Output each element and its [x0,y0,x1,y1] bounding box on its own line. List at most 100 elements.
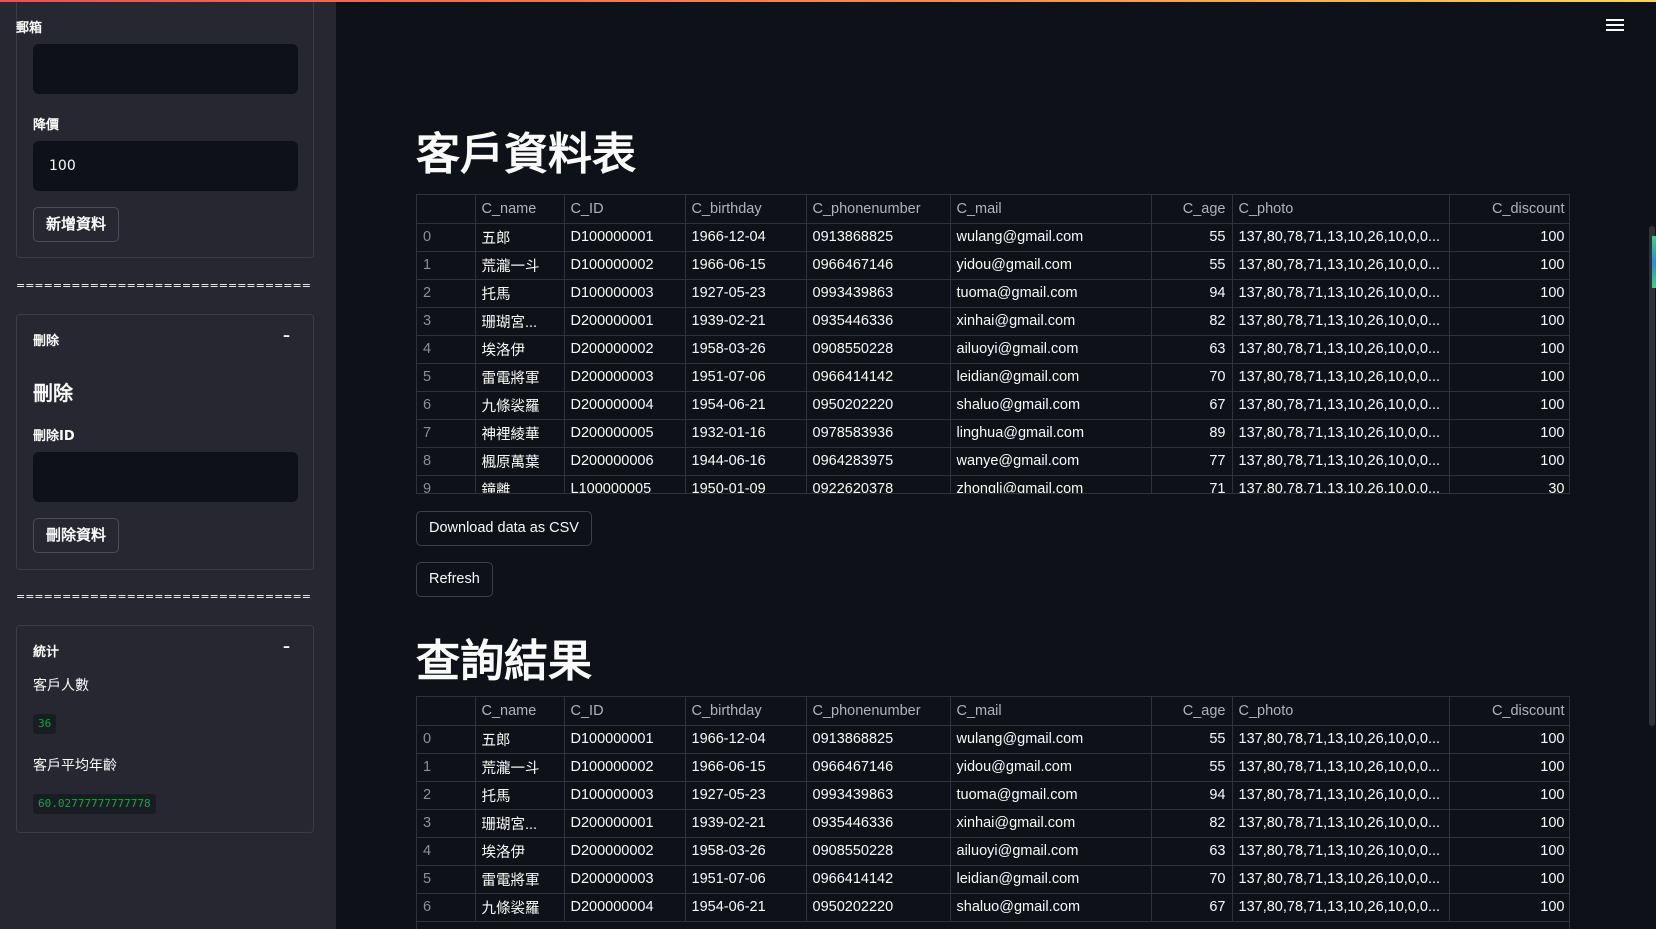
table-row[interactable]: 0 五郎 D100000001 1966-12-04 0913868825 wulang@… [417,223,1569,252]
table-cell[interactable]: 雷電將軍 [475,865,565,894]
table-cell[interactable]: shaluo@gmail.com [950,391,1152,420]
table-cell[interactable]: 100 [1449,837,1569,866]
query-result-grid[interactable]: C_name C_ID C_birthday C_phonenumber C_mail C… [416,696,1570,929]
table-cell[interactable]: 100 [1449,753,1569,782]
table-cell[interactable]: 1939-02-21 [685,307,807,336]
column-header[interactable]: C_age [1151,195,1233,224]
column-header[interactable]: C_birthday [685,697,807,726]
table-cell[interactable]: 89 [1151,419,1233,448]
row-index[interactable]: 4 [417,335,476,364]
table-cell[interactable]: 0913868825 [806,223,951,252]
table-cell[interactable]: 1958-03-26 [685,335,807,364]
table-cell[interactable]: 137,80,78,71,13,10,26,10,0,0... [1232,837,1450,866]
table-cell[interactable]: 100 [1449,893,1569,922]
table-cell[interactable]: 雷電將軍 [475,363,565,392]
table-cell[interactable]: 100 [1449,279,1569,308]
discount-input[interactable]: 100 [33,141,298,191]
table-row[interactable]: 2 托馬 D100000003 1927-05-23 0993439863 tuoma@g… [417,279,1569,308]
table-cell[interactable]: 1927-05-23 [685,781,807,810]
table-cell[interactable]: 137,80,78,71,13,10,26,10,0,0... [1232,865,1450,894]
table-cell[interactable]: 1954-06-21 [685,893,807,922]
row-index[interactable]: 4 [417,837,476,866]
table-cell[interactable]: 埃洛伊 [475,335,565,364]
table-cell[interactable]: 100 [1449,335,1569,364]
table-cell[interactable]: 0966467146 [806,753,951,782]
row-index[interactable]: 5 [417,363,476,392]
row-index[interactable]: 0 [417,725,476,754]
table-cell[interactable]: D100000001 [564,725,686,754]
row-index[interactable]: 3 [417,809,476,838]
column-header[interactable]: C_ID [564,697,686,726]
table-cell[interactable]: 1939-02-21 [685,809,807,838]
table-cell[interactable]: 100 [1449,363,1569,392]
table-cell[interactable]: wanye@gmail.com [950,447,1152,476]
row-index[interactable]: 6 [417,391,476,420]
table-cell[interactable]: 荒瀧一斗 [475,251,565,280]
table-cell[interactable]: 137,80,78,71,13,10,26,10,0,0... [1232,391,1450,420]
row-index[interactable]: 2 [417,781,476,810]
table-cell[interactable]: 30 [1449,475,1569,493]
column-header[interactable]: C_discount [1449,697,1569,726]
table-cell[interactable]: 137,80,78,71,13,10,26,10,0,0... [1232,251,1450,280]
table-row[interactable]: 5 雷電將軍 D200000003 1951-07-06 0966414142 leidi… [417,865,1569,894]
table-cell[interactable]: L100000005 [564,475,686,493]
table-cell[interactable]: zhongli@gmail.com [950,475,1152,493]
table-cell[interactable]: 100 [1449,251,1569,280]
table-cell[interactable]: shaluo@gmail.com [950,893,1152,922]
table-cell[interactable]: 70 [1151,363,1233,392]
table-row[interactable]: 5 雷電將軍 D200000003 1951-07-06 0966414142 leidi… [417,363,1569,392]
table-cell[interactable]: 137,80,78,71,13,10,26,10,0,0... [1232,307,1450,336]
table-cell[interactable]: 137,80,78,71,13,10,26,10,0,0... [1232,753,1450,782]
column-header[interactable]: C_phonenumber [806,195,951,224]
table-cell[interactable]: 100 [1449,223,1569,252]
table-cell[interactable]: 137,80,78,71,13,10,26,10,0,0... [1232,223,1450,252]
table-cell[interactable]: D200000002 [564,335,686,364]
table-cell[interactable]: 137,80,78,71,13,10,26,10,0,0... [1232,781,1450,810]
row-index[interactable]: 7 [417,419,476,448]
table-cell[interactable]: leidian@gmail.com [950,363,1152,392]
row-index[interactable]: 1 [417,251,476,280]
table-row[interactable]: 8 楓原萬葉 D200000006 1944-06-16 0964283975 wanye… [417,447,1569,476]
table-cell[interactable]: 55 [1151,251,1233,280]
table-cell[interactable]: 94 [1151,279,1233,308]
table-cell[interactable]: 70 [1151,865,1233,894]
table-cell[interactable]: 1944-06-16 [685,447,807,476]
download-csv-button[interactable]: Download data as CSV [416,511,592,546]
table-cell[interactable]: 55 [1151,725,1233,754]
table-cell[interactable]: xinhai@gmail.com [950,809,1152,838]
table-cell[interactable]: D100000001 [564,223,686,252]
table-row[interactable]: 1 荒瀧一斗 D100000002 1966-06-15 0966467146 yidou… [417,251,1569,280]
table-cell[interactable]: 五郎 [475,223,565,252]
table-cell[interactable]: linghua@gmail.com [950,419,1152,448]
delete-record-button[interactable]: 刪除資料 [33,518,120,553]
table-cell[interactable]: yidou@gmail.com [950,753,1152,782]
row-index[interactable]: 3 [417,307,476,336]
table-cell[interactable]: ailuoyi@gmail.com [950,335,1152,364]
row-index[interactable]: 6 [417,893,476,922]
table-cell[interactable]: yidou@gmail.com [950,251,1152,280]
table-cell[interactable]: 楓原萬葉 [475,447,565,476]
table-cell[interactable]: 0966414142 [806,865,951,894]
table-cell[interactable]: tuoma@gmail.com [950,781,1152,810]
column-header[interactable]: C_discount [1449,195,1569,224]
table-cell[interactable]: 137,80,78,71,13,10,26,10,0,0... [1232,725,1450,754]
table-cell[interactable]: 137,80,78,71,13,10,26,10,0,0... [1232,363,1450,392]
table-cell[interactable]: 0993439863 [806,781,951,810]
table-cell[interactable]: 1951-07-06 [685,865,807,894]
table-row[interactable]: 4 埃洛伊 D200000002 1958-03-26 0908550228 ailuoy… [417,335,1569,364]
table-cell[interactable]: 94 [1151,781,1233,810]
table-cell[interactable]: 0966467146 [806,251,951,280]
table-cell[interactable]: 100 [1449,307,1569,336]
table-cell[interactable]: D100000003 [564,279,686,308]
table-cell[interactable]: 荒瀧一斗 [475,753,565,782]
table-cell[interactable]: 五郎 [475,725,565,754]
table-cell[interactable]: 55 [1151,753,1233,782]
table-row[interactable]: 6 九條裟羅 D200000004 1954-06-21 0950202220 shalu… [417,391,1569,420]
table-row[interactable]: 6 九條裟羅 D200000004 1954-06-21 0950202220 shalu… [417,893,1569,922]
table-row[interactable]: 7 神裡綾華 D200000005 1932-01-16 0978583936 lingh… [417,419,1569,448]
delete-collapse-icon[interactable]: – [283,328,318,344]
table-cell[interactable]: 137,80,78,71,13,10,26,10,0,0... [1232,335,1450,364]
column-header[interactable]: C_photo [1232,195,1450,224]
table-cell[interactable]: xinhai@gmail.com [950,307,1152,336]
table-cell[interactable]: 0913868825 [806,725,951,754]
